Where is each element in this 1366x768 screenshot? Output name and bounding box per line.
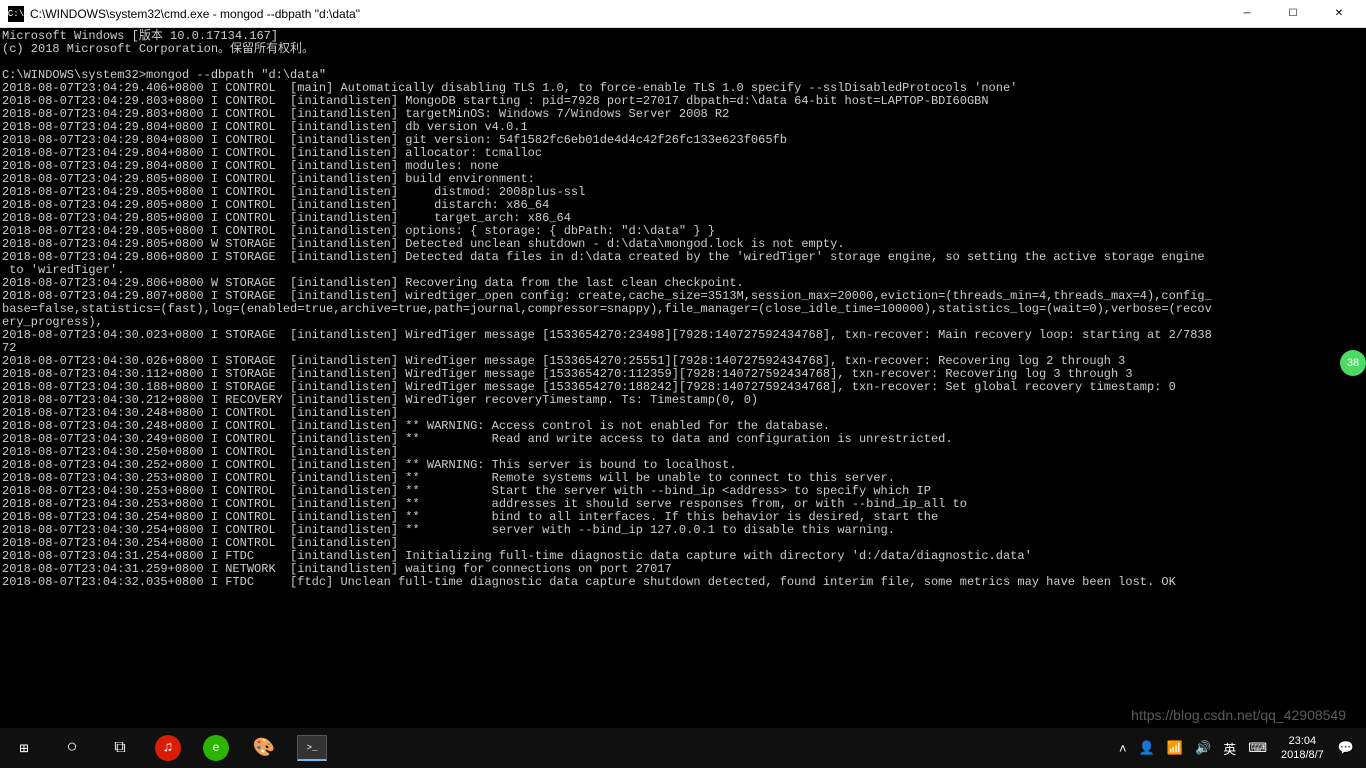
ime-icon[interactable]: 英 bbox=[1217, 739, 1242, 758]
clock-time: 23:04 bbox=[1281, 734, 1324, 748]
action-center-icon[interactable]: 💬 bbox=[1332, 740, 1360, 756]
close-button[interactable]: ✕ bbox=[1316, 0, 1362, 28]
network-icon[interactable]: 📶 bbox=[1161, 740, 1189, 756]
cortana-icon[interactable]: ○ bbox=[48, 728, 96, 768]
window-title: C:\WINDOWS\system32\cmd.exe - mongod --d… bbox=[30, 7, 1224, 21]
people-icon[interactable]: 👤 bbox=[1133, 740, 1161, 756]
taskbar: ⊞ ○ ⧉ ♫ e 🎨 >_ ˄ 👤 📶 🔊 英 ⌨ 23:04 2018/8/… bbox=[0, 728, 1366, 768]
paint-icon[interactable]: 🎨 bbox=[240, 728, 288, 768]
clock-date: 2018/8/7 bbox=[1281, 748, 1324, 762]
keyboard-icon[interactable]: ⌨ bbox=[1242, 740, 1273, 756]
netease-icon[interactable]: ♫ bbox=[155, 735, 181, 761]
browser-icon[interactable]: e bbox=[203, 735, 229, 761]
terminal-output[interactable]: Microsoft Windows [版本 10.0.17134.167] (c… bbox=[0, 28, 1366, 728]
clock[interactable]: 23:04 2018/8/7 bbox=[1273, 734, 1332, 762]
minimize-button[interactable]: ─ bbox=[1224, 0, 1270, 28]
system-tray: ˄ 👤 📶 🔊 英 ⌨ 23:04 2018/8/7 💬 bbox=[1113, 734, 1366, 762]
taskview-icon[interactable]: ⧉ bbox=[96, 728, 144, 768]
cmd-taskbar-icon[interactable]: >_ bbox=[297, 735, 327, 761]
maximize-button[interactable]: ☐ bbox=[1270, 0, 1316, 28]
notification-badge[interactable]: 38 bbox=[1340, 350, 1366, 376]
window-titlebar: C:\ C:\WINDOWS\system32\cmd.exe - mongod… bbox=[0, 0, 1366, 28]
volume-icon[interactable]: 🔊 bbox=[1189, 740, 1217, 756]
watermark-text: https://blog.csdn.net/qq_42908549 bbox=[1131, 707, 1346, 723]
cmd-icon: C:\ bbox=[8, 6, 24, 22]
tray-overflow-icon[interactable]: ˄ bbox=[1113, 741, 1133, 756]
start-button[interactable]: ⊞ bbox=[0, 728, 48, 768]
